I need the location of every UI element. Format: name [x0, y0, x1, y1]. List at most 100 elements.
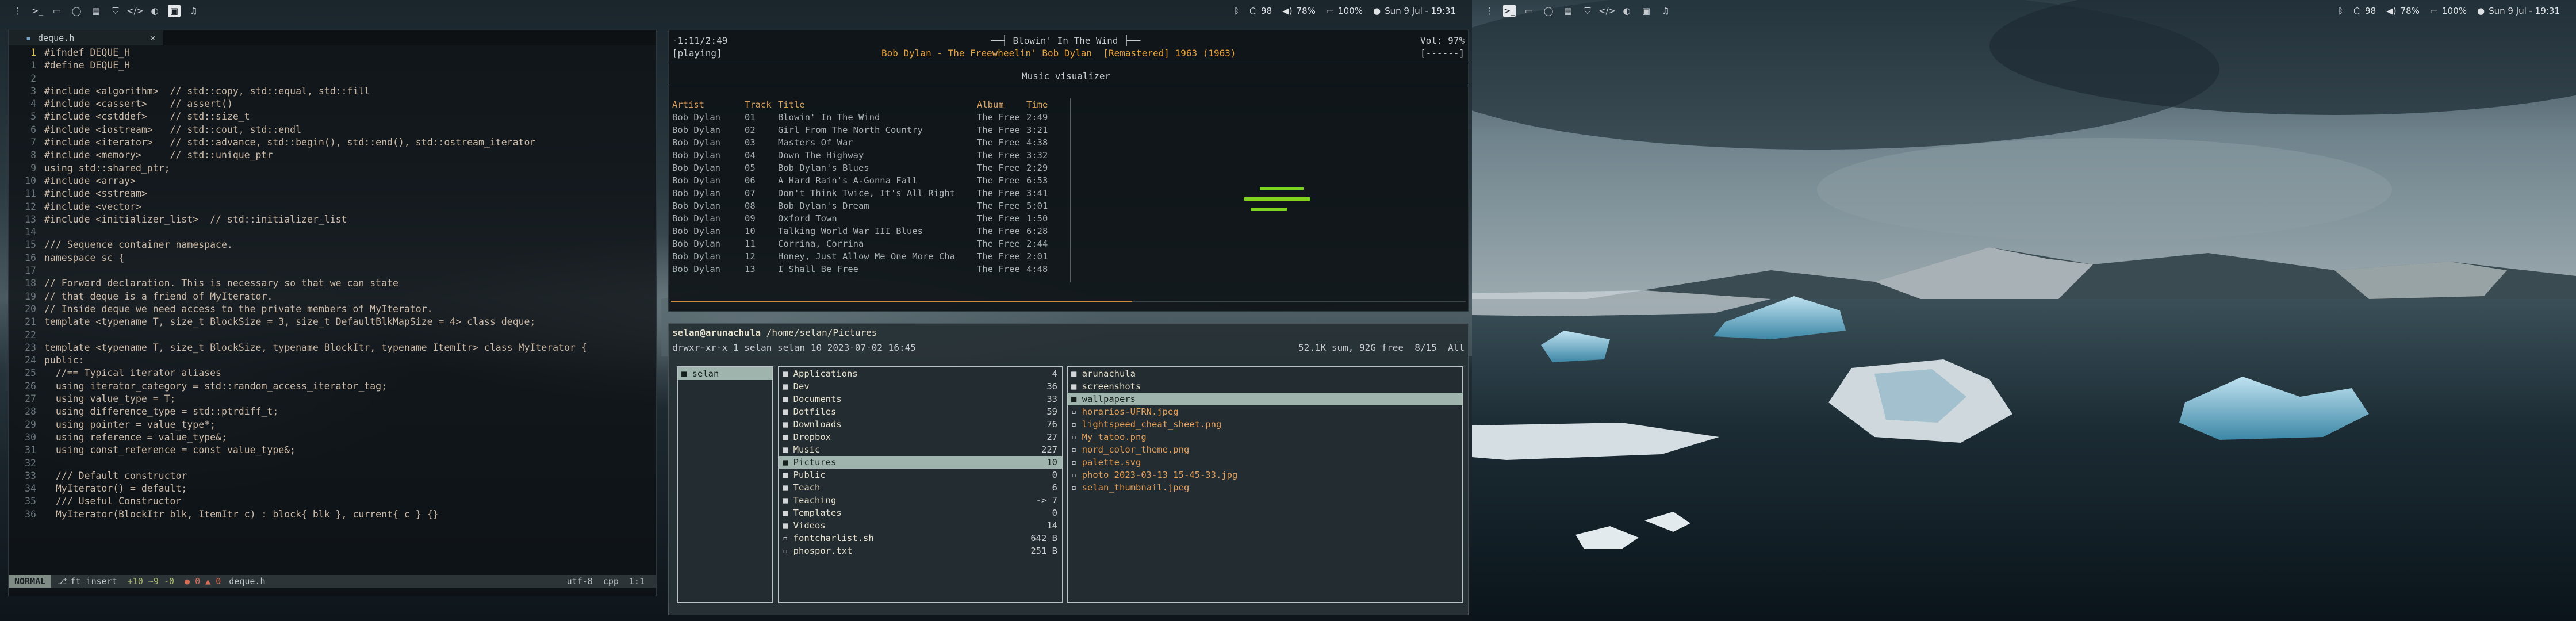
apps-icon[interactable]: ⋮	[1483, 5, 1496, 17]
track-list[interactable]: Bob Dylan 01 Blowin' In The Wind The Free 2:…	[669, 111, 1071, 278]
code-line[interactable]: 27 using value_type = T;	[9, 393, 656, 405]
track-row[interactable]: Bob Dylan 05 Bob Dylan's Blues The Free 2:29	[669, 162, 1071, 174]
chat-icon[interactable]: ◯	[70, 5, 83, 17]
updates-status[interactable]: ⬡ 98	[1249, 6, 1272, 16]
volume-status[interactable]: ◀) 78%	[2386, 6, 2420, 16]
code-line[interactable]: 31 using const_reference = const value_t…	[9, 444, 656, 457]
code-line[interactable]: 19 // that deque is a friend of MyIterato…	[9, 290, 656, 303]
code-line[interactable]: 18 // Forward declaration. This is necess…	[9, 277, 656, 290]
code-line[interactable]: 2	[9, 72, 656, 85]
code-line[interactable]: 24 public:	[9, 354, 656, 367]
fm-item[interactable]: ▫ phospor.txt 251 B	[779, 545, 1062, 557]
bluetooth-status[interactable]: ᛒ	[2338, 6, 2343, 16]
track-row[interactable]: Bob Dylan 01 Blowin' In The Wind The Free 2:…	[669, 111, 1071, 124]
code-line[interactable]: 3 #include <algorithm> // std::copy, std:…	[9, 85, 656, 98]
code-line[interactable]: 34 MyIterator() = default;	[9, 482, 656, 495]
media-icon[interactable]: ▣	[1640, 5, 1653, 17]
fm-item[interactable]: ■ Teaching -> 7	[779, 494, 1062, 507]
fm-item[interactable]: ■ Teach 6	[779, 481, 1062, 494]
code-line[interactable]: 33 /// Default constructor	[9, 470, 656, 482]
music-icon[interactable]: ♫	[1659, 5, 1672, 17]
fm-item[interactable]: ■ Applications 4	[779, 367, 1062, 380]
code-line[interactable]: 1 #define DEQUE_H	[9, 59, 656, 72]
fm-item[interactable]: ■ Public 0	[779, 469, 1062, 481]
fm-parent-pane[interactable]: ■ selan	[677, 366, 773, 603]
code-line[interactable]: 1 #ifndef DEQUE_H	[9, 47, 656, 59]
folder-icon[interactable]: ▭	[51, 5, 63, 17]
code-area[interactable]: 1 #ifndef DEQUE_H 1 #define DEQUE_H 2 3 #inclu…	[9, 47, 656, 573]
fm-item[interactable]: ■ Dev 36	[779, 380, 1062, 393]
code-line[interactable]: 21 template <typename T, size_t BlockSize…	[9, 316, 656, 328]
track-row[interactable]: Bob Dylan 08 Bob Dylan's Dream The Free 5:01	[669, 200, 1071, 212]
code-line[interactable]: 4 #include <cassert> // assert()	[9, 98, 656, 110]
gamepad-icon[interactable]: ◐	[1620, 5, 1633, 17]
fm-item[interactable]: ■ Dotfiles 59	[779, 405, 1062, 418]
fm-item[interactable]: ■ Dropbox 27	[779, 431, 1062, 443]
updates-status[interactable]: ⬡ 98	[2353, 6, 2376, 16]
code-line[interactable]: 35 /// Useful Constructor	[9, 495, 656, 508]
terminal-icon[interactable]: >_	[31, 5, 44, 17]
fm-item[interactable]: ▫ lightspeed_cheat_sheet.png	[1068, 418, 1462, 431]
code-line[interactable]: 29 using pointer = value_type*;	[9, 419, 656, 431]
fm-item[interactable]: ■ screenshots	[1068, 380, 1462, 393]
fm-item[interactable]: ■ wallpapers	[1068, 393, 1462, 405]
code-line[interactable]: 17	[9, 264, 656, 277]
fm-item[interactable]: ■ Downloads 76	[779, 418, 1062, 431]
files-icon[interactable]: ▤	[90, 5, 102, 17]
code-line[interactable]: 11 #include <sstream>	[9, 187, 656, 200]
code-line[interactable]: 22	[9, 329, 656, 342]
code-line[interactable]: 6 #include <iostream> // std::cout, std::…	[9, 124, 656, 136]
track-row[interactable]: Bob Dylan 09 Oxford Town The Free 1:50	[669, 212, 1071, 225]
code-line[interactable]: 30 using reference = value_type&;	[9, 431, 656, 444]
code-line[interactable]: 36 MyIterator(BlockItr blk, ItemItr c) :…	[9, 508, 656, 521]
progress-track[interactable]	[671, 301, 1466, 302]
fm-item[interactable]: ▫ photo_2023-03-13_15-45-33.jpg	[1068, 469, 1462, 481]
code-line[interactable]: 13 #include <initializer_list> // std::in…	[9, 213, 656, 226]
code-line[interactable]: 26 using iterator_category = std::random…	[9, 380, 656, 393]
code-line[interactable]: 10 #include <array>	[9, 175, 656, 187]
fm-item[interactable]: ▫ horarios-UFRN.jpeg	[1068, 405, 1462, 418]
track-row[interactable]: Bob Dylan 10 Talking World War III Blues Th…	[669, 225, 1071, 237]
shield-icon[interactable]: ⛉	[109, 5, 122, 17]
fm-item[interactable]: ▫ palette.svg	[1068, 456, 1462, 469]
code-line[interactable]: 5 #include <cstddef> // std::size_t	[9, 110, 656, 123]
shield-icon[interactable]: ⛉	[1581, 5, 1594, 17]
track-row[interactable]: Bob Dylan 11 Corrina, Corrina The Free 2:44	[669, 237, 1071, 250]
volume-status[interactable]: ◀) 78%	[1282, 6, 1316, 16]
music-player-window[interactable]: -1:11/2:49 ──┤ Blowin' In The Wind ├── V…	[668, 30, 1469, 312]
code-line[interactable]: 14	[9, 226, 656, 239]
code-icon[interactable]: </>	[126, 5, 144, 17]
fm-item[interactable]: ■ Pictures 10	[779, 456, 1062, 469]
track-row[interactable]: Bob Dylan 12 Honey, Just Allow Me One More…	[669, 250, 1071, 263]
code-line[interactable]: 15 /// Sequence container namespace.	[9, 239, 656, 251]
code-icon[interactable]: </>	[1598, 5, 1616, 17]
code-line[interactable]: 12 #include <vector>	[9, 201, 656, 213]
fm-item[interactable]: ■ Documents 33	[779, 393, 1062, 405]
folder-icon[interactable]: ▭	[1523, 5, 1535, 17]
clock[interactable]: ● Sun 9 Jul - 19:31	[2477, 6, 2560, 16]
code-line[interactable]: 25 //== Typical iterator aliases	[9, 367, 656, 379]
fm-item[interactable]: ■ Templates 0	[779, 507, 1062, 519]
fm-item[interactable]: ■ arunachula	[1068, 367, 1462, 380]
fm-item[interactable]: ▫ My_tatoo.png	[1068, 431, 1462, 443]
media-icon[interactable]: ▣	[168, 5, 181, 17]
fm-item[interactable]: ■ selan	[678, 367, 772, 380]
code-line[interactable]: 8 #include <memory> // std::unique_ptr	[9, 149, 656, 162]
fm-item[interactable]: ▫ selan_thumbnail.jpeg	[1068, 481, 1462, 494]
fm-item[interactable]: ▫ nord_color_theme.png	[1068, 443, 1462, 456]
track-row[interactable]: Bob Dylan 13 I Shall Be Free The Free 4:48	[669, 263, 1071, 275]
track-row[interactable]: Bob Dylan 07 Don't Think Twice, It's All R…	[669, 187, 1071, 200]
close-icon[interactable]: ✕	[150, 33, 155, 43]
files-icon[interactable]: ▤	[1562, 5, 1574, 17]
code-line[interactable]: 23 template <typename T, size_t BlockSize…	[9, 342, 656, 354]
code-line[interactable]: 16 namespace sc {	[9, 252, 656, 264]
file-manager-window[interactable]: selan@arunachula /home/selan/Pictures dr…	[668, 323, 1469, 615]
fm-preview-pane[interactable]: ■ arunachula ■ screenshots ■ wallpapers ▫ h…	[1067, 366, 1463, 603]
track-row[interactable]: Bob Dylan 03 Masters Of War The Free 4:38	[669, 136, 1071, 149]
clock[interactable]: ● Sun 9 Jul - 19:31	[1373, 6, 1456, 16]
track-row[interactable]: Bob Dylan 04 Down The Highway The Free 3:32	[669, 149, 1071, 162]
gamepad-icon[interactable]: ◐	[148, 5, 161, 17]
apps-icon[interactable]: ⋮	[12, 5, 24, 17]
track-row[interactable]: Bob Dylan 06 A Hard Rain's A-Gonna Fall The…	[669, 174, 1071, 187]
code-line[interactable]: 20 // Inside deque we need access to the …	[9, 303, 656, 316]
